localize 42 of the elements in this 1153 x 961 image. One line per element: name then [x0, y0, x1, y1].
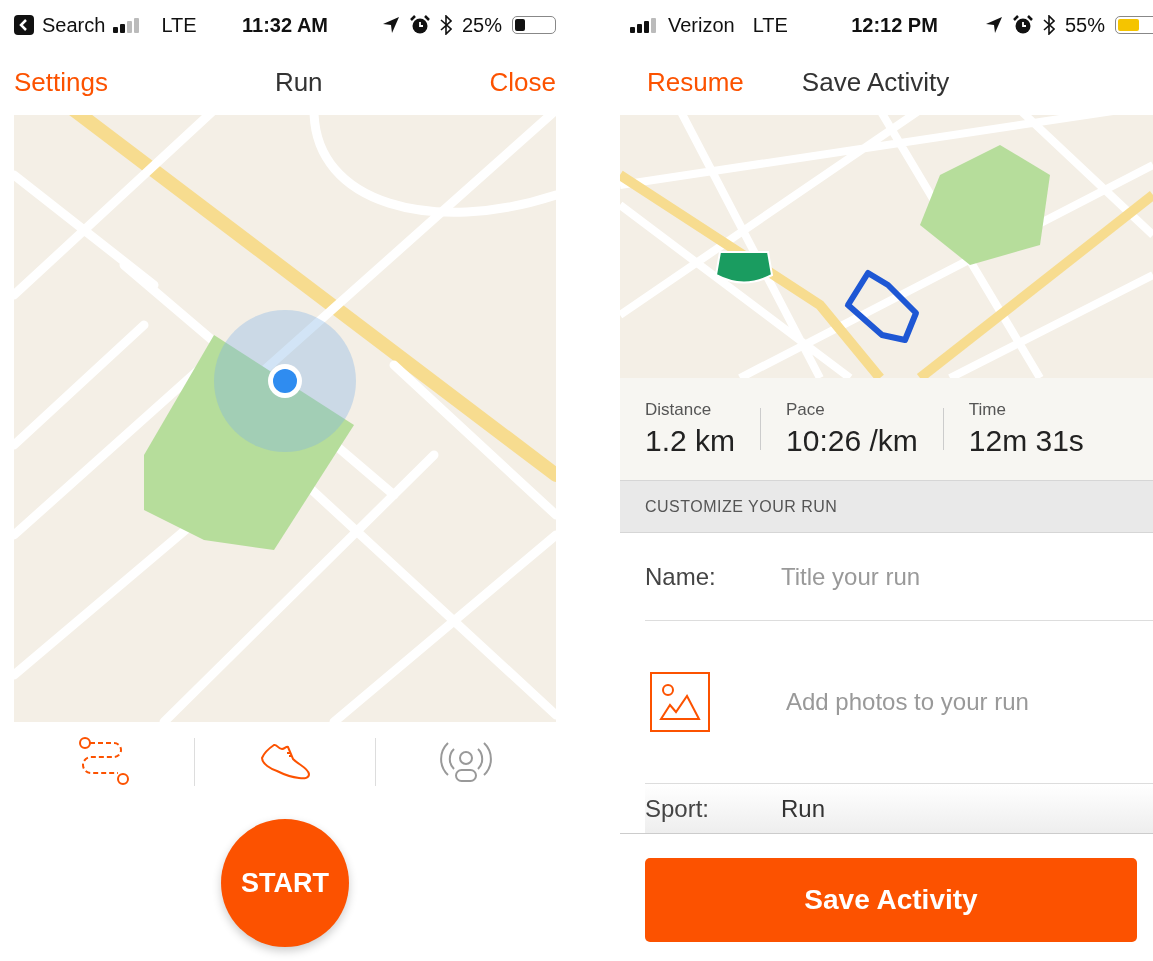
stat-label: Distance — [645, 400, 713, 420]
field-label: Sport: — [645, 794, 711, 823]
battery-icon — [512, 16, 556, 34]
sport-value[interactable]: Run — [781, 794, 826, 823]
bluetooth-icon — [439, 15, 452, 35]
route-icon — [78, 737, 130, 787]
stat-label: Time — [968, 400, 1007, 420]
back-chevron-icon[interactable] — [14, 15, 34, 35]
field-label: Name: — [645, 562, 717, 591]
battery-percent: 25% — [461, 13, 502, 37]
start-button[interactable]: START — [221, 819, 349, 947]
battery-percent: 55% — [1064, 13, 1105, 37]
section-header: CUSTOMIZE YOUR RUN — [620, 480, 1153, 533]
stat-value: 1.2 km — [645, 424, 736, 458]
close-button[interactable]: Close — [489, 67, 556, 98]
add-photos-link[interactable]: Add photos to your run — [786, 688, 1029, 716]
battery-icon — [1115, 16, 1153, 34]
screen-title: Run — [274, 67, 323, 98]
network-type: LTE — [161, 13, 197, 37]
back-app-label[interactable]: Search — [42, 13, 106, 37]
network-type: LTE — [752, 13, 788, 37]
stat-value: 10:26 /km — [786, 424, 918, 458]
status-time: 11:32 AM — [242, 13, 328, 36]
map-drawing[interactable] — [620, 115, 1153, 378]
alarm-clock-icon — [1012, 15, 1033, 35]
resume-button[interactable]: Resume — [647, 67, 744, 98]
status-time: 12:12 PM — [851, 13, 938, 36]
location-arrow-icon — [984, 16, 1003, 34]
bluetooth-icon — [1042, 15, 1055, 35]
beacon-icon — [440, 739, 492, 785]
location-marker-icon — [214, 310, 356, 452]
alarm-clock-icon — [409, 15, 430, 35]
settings-button[interactable]: Settings — [14, 67, 108, 98]
carrier-name: Verizon — [668, 13, 735, 37]
map-drawing[interactable] — [14, 115, 556, 722]
add-photo-icon[interactable] — [650, 672, 710, 732]
save-activity-button[interactable]: Save Activity — [645, 858, 1137, 942]
location-arrow-icon — [381, 16, 400, 34]
stat-value: 12m 31s — [968, 424, 1084, 458]
stat-label: Pace — [786, 400, 826, 420]
highway-shield-icon — [715, 251, 773, 284]
screen-title: Save Activity — [801, 67, 950, 98]
